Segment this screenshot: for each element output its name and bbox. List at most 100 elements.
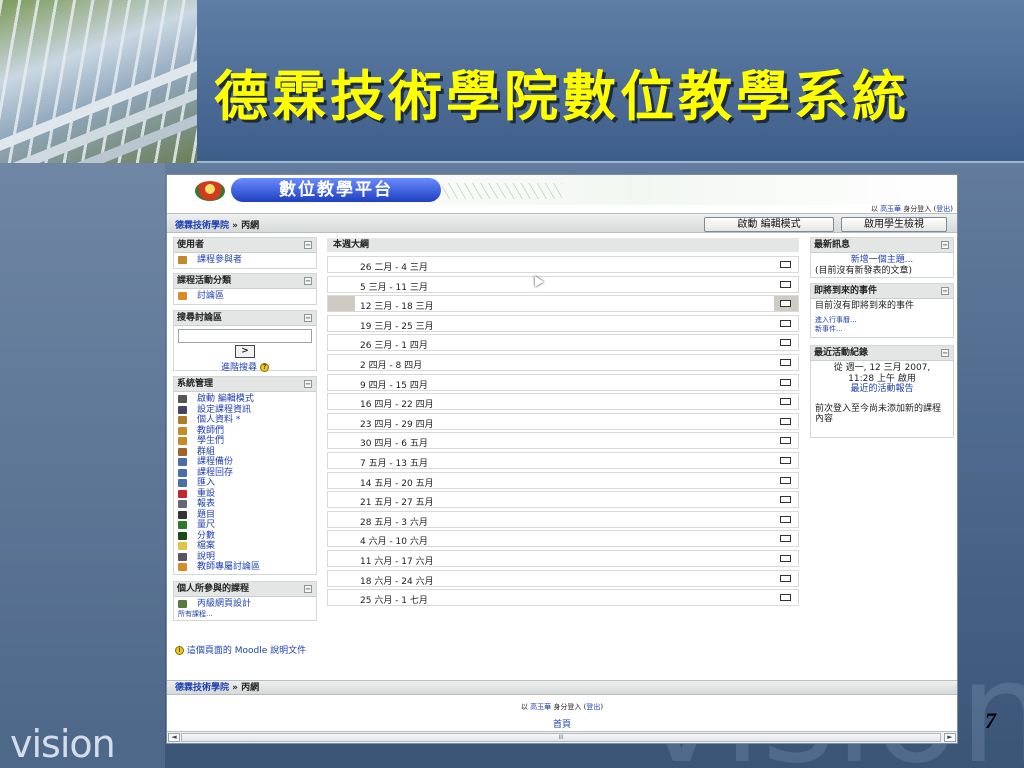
breadcrumb-root-link[interactable]: 德霖技術學院 — [175, 221, 229, 231]
bridge-photo — [0, 0, 197, 163]
advanced-search-link[interactable]: 進階搜尋 — [221, 363, 257, 373]
collapse-icon[interactable]: − — [304, 277, 312, 285]
edit-mode-button[interactable]: 啟動 編輯模式 — [704, 217, 834, 232]
admin-item-questions[interactable]: 題目 — [178, 510, 312, 521]
banner-decoration — [442, 183, 562, 199]
admin-item-backup[interactable]: 課程備份 — [178, 457, 312, 468]
show-only-week-icon[interactable] — [780, 261, 791, 268]
admin-item-groups[interactable]: 群組 — [178, 447, 312, 458]
sidebar-item-participants[interactable]: 課程參與者 — [178, 255, 312, 266]
activities-block-title: 課程活動分類 − — [174, 274, 316, 289]
search-block-title: 搜尋討論區 − — [174, 311, 316, 326]
show-only-week-icon[interactable] — [780, 515, 791, 523]
reset-arrow-icon — [178, 489, 187, 498]
admin-item-restore[interactable]: 課程回存 — [178, 468, 312, 479]
show-only-week-icon[interactable] — [780, 437, 791, 445]
show-only-week-icon[interactable] — [780, 555, 791, 562]
help-icon[interactable]: ? — [259, 363, 269, 372]
restore-icon — [178, 468, 187, 477]
weekly-outline-title: 本週大綱 — [327, 238, 799, 252]
add-topic-link[interactable]: 新增一個主題... — [815, 255, 949, 266]
week-side-left — [328, 257, 355, 272]
week-section: 26 二月 - 4 三月 — [327, 256, 799, 273]
admin-item-scales[interactable]: 量尺 — [178, 520, 312, 531]
week-date-range: 19 三月 - 25 三月 — [360, 321, 434, 332]
logout-link[interactable]: 登出 — [936, 205, 950, 213]
show-only-week-icon[interactable] — [780, 378, 791, 386]
admin-item-grades[interactable]: 分數 — [178, 531, 312, 542]
show-only-week-icon[interactable] — [780, 319, 791, 327]
admin-item-profile[interactable]: 個人資料 * — [178, 415, 312, 426]
admin-item-students[interactable]: 學生們 — [178, 436, 312, 447]
site-logo-title: 數位教學平台 — [231, 178, 441, 202]
admin-item-edit-mode[interactable]: 啟動 編輯模式 — [178, 394, 312, 405]
show-only-week-icon[interactable] — [780, 300, 791, 308]
folder-icon — [178, 542, 187, 551]
scroll-right-icon[interactable]: ► — [944, 733, 956, 742]
all-courses-link[interactable]: 所有課程... — [178, 610, 312, 619]
admin-item-teacher-forum[interactable]: 教師專屬討論區 — [178, 562, 312, 573]
admin-item-settings[interactable]: 設定課程資訊 — [178, 405, 312, 416]
scales-icon — [178, 521, 187, 530]
horizontal-scrollbar[interactable]: ◄ III ► — [167, 731, 957, 743]
site-banner: 數位教學平台 — [167, 175, 957, 205]
search-forums-block: 搜尋討論區 − > 進階搜尋 ? — [173, 310, 317, 373]
week-date-range: 26 二月 - 4 三月 — [360, 263, 428, 273]
collapse-icon[interactable]: − — [304, 380, 312, 388]
show-only-week-icon[interactable] — [780, 359, 791, 366]
week-date-range: 7 五月 - 13 五月 — [360, 459, 428, 469]
scrollbar-thumb[interactable]: III — [181, 733, 941, 742]
collapse-icon[interactable]: − — [941, 349, 949, 357]
show-only-week-icon[interactable] — [780, 594, 791, 602]
sidebar-item-forum[interactable]: 討論區 — [178, 291, 312, 302]
collapse-icon[interactable]: − — [941, 287, 949, 295]
week-side-left — [328, 531, 355, 546]
slide-header: 德霖技術學院數位教學系統 — [0, 0, 1024, 163]
footer-user-name-link[interactable]: 高玉華 — [530, 703, 551, 711]
show-only-week-icon[interactable] — [780, 457, 791, 464]
week-side-left — [328, 355, 355, 370]
breadcrumb-current: 丙網 — [241, 221, 260, 231]
user-name-link[interactable]: 高玉華 — [880, 205, 901, 213]
show-only-week-icon[interactable] — [780, 398, 791, 406]
go-to-calendar-link[interactable]: 進入行事曆... — [815, 316, 949, 325]
show-only-week-icon[interactable] — [780, 496, 791, 504]
admin-item-teachers[interactable]: 教師們 — [178, 426, 312, 437]
collapse-icon[interactable]: − — [304, 585, 312, 593]
footer-breadcrumb: 德霖技術學院 » 丙網 — [167, 680, 957, 695]
show-only-week-icon[interactable] — [780, 476, 791, 484]
admin-item-reports[interactable]: 報表 — [178, 499, 312, 510]
search-forums-input[interactable] — [178, 329, 312, 343]
home-link[interactable]: 首頁 — [167, 717, 957, 730]
collapse-icon[interactable]: − — [304, 241, 312, 249]
show-only-week-icon[interactable] — [780, 574, 791, 582]
collapse-icon[interactable]: − — [304, 314, 312, 322]
administration-block-title: 系統管理 − — [174, 377, 316, 392]
pencil-icon — [178, 395, 187, 404]
show-only-week-icon[interactable] — [780, 535, 791, 543]
new-event-link[interactable]: 新事件... — [815, 325, 949, 334]
show-only-week-icon[interactable] — [780, 339, 791, 347]
scroll-left-icon[interactable]: ◄ — [168, 733, 180, 742]
collapse-icon[interactable]: − — [941, 241, 949, 249]
admin-item-reset[interactable]: 重設 — [178, 489, 312, 500]
my-courses-block: 個人所參與的課程 − 丙級網頁設計 所有課程... — [173, 581, 317, 621]
course-item[interactable]: 丙級網頁設計 — [178, 599, 312, 610]
week-date-range: 9 四月 - 15 四月 — [360, 380, 428, 391]
admin-item-files[interactable]: 檔案 — [178, 541, 312, 552]
week-section: 9 四月 - 15 四月 — [327, 373, 799, 391]
search-go-button[interactable]: > — [235, 345, 255, 358]
moodle-help-link[interactable]: i 這個頁面的 Moodle 說明文件 — [175, 643, 306, 656]
admin-item-help[interactable]: 說明 — [178, 552, 312, 563]
advanced-search-row: 進階搜尋 ? — [174, 360, 316, 373]
show-only-week-icon[interactable] — [780, 417, 791, 425]
admin-item-import[interactable]: 匯入 — [178, 478, 312, 489]
student-view-button[interactable]: 啟用學生檢視 — [841, 217, 947, 232]
users-block-title: 使用者 − — [174, 238, 316, 253]
week-section: 23 四月 - 29 四月 — [327, 412, 799, 430]
footer-logout-link[interactable]: 登出 — [586, 703, 600, 711]
full-report-link[interactable]: 最近的活動報告 — [815, 384, 949, 395]
week-side-left — [328, 473, 355, 488]
show-only-week-icon[interactable] — [780, 280, 791, 288]
footer-breadcrumb-root-link[interactable]: 德霖技術學院 — [175, 683, 229, 693]
